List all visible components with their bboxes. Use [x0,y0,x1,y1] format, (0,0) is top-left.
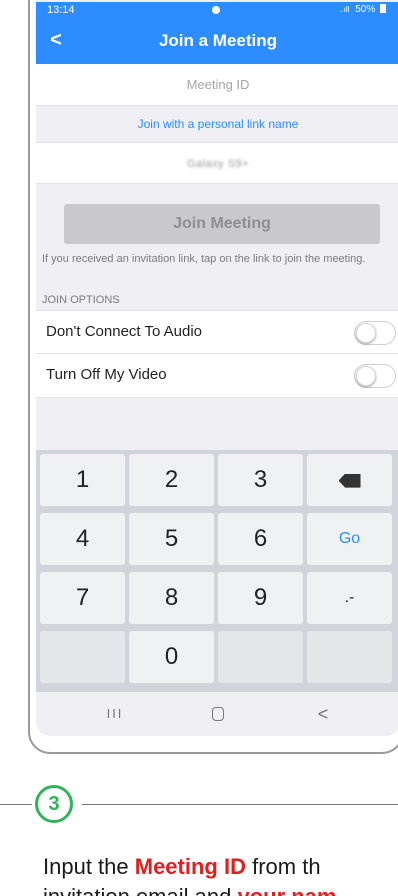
divider-line [82,804,398,805]
instruction-line-1: Input the Meeting ID from th [43,852,336,882]
go-key[interactable]: Go [307,513,392,565]
key-6[interactable]: 6 [218,513,303,565]
instruction-text-part: invitation email and [43,884,237,896]
key-8[interactable]: 8 [129,572,214,624]
system-back-icon[interactable]: < [308,702,338,726]
battery-percent: 50% [355,4,376,15]
option-dont-connect-audio: Don't Connect To Audio [36,310,398,354]
divider-line [0,804,32,805]
battery-icon [380,4,386,13]
option-label: Don't Connect To Audio [46,323,203,340]
status-indicators: ..ıll 50% [339,4,386,15]
home-icon[interactable] [203,702,233,726]
numeric-keypad: 1 2 3 4 5 6 Go 7 8 9 .- 0 [36,450,398,692]
blank-key [218,631,303,683]
blank-key [307,631,392,683]
key-3[interactable]: 3 [218,454,303,506]
audio-toggle[interactable] [354,321,396,345]
instruction-text: Input the Meeting ID from th invitation … [43,852,336,896]
instruction-text-part: from th [245,854,321,879]
page-title: Join a Meeting [158,31,278,50]
personal-link-button[interactable]: Join with a personal link name [36,106,398,142]
backspace-key[interactable] [307,454,392,506]
key-5[interactable]: 5 [129,513,214,565]
backspace-icon [338,473,361,488]
app-screen: 13:14 ..ıll 50% < Join a Meeting Meeting… [36,0,398,736]
signal-icon: ..ıll [339,5,350,14]
instruction-text-part: Input the [43,854,135,879]
instruction-line-2: invitation email and your nam [43,882,336,896]
blank-key [40,631,125,683]
meeting-id-emphasis: Meeting ID [134,854,246,879]
status-bar: 13:14 ..ıll 50% [36,2,398,20]
key-2[interactable]: 2 [129,454,214,506]
punctuation-key[interactable]: .- [307,572,392,624]
nav-bar: < Join a Meeting [36,20,398,64]
video-toggle[interactable] [354,364,396,388]
join-meeting-button[interactable]: Join Meeting [64,204,380,244]
name-field[interactable]: Galaxy S9+ [36,142,398,184]
join-options-label: JOIN OPTIONS [42,294,120,306]
phone-frame: 13:14 ..ıll 50% < Join a Meeting Meeting… [28,0,398,754]
key-9[interactable]: 9 [218,572,303,624]
your-name-emphasis: your nam [237,884,336,896]
recent-apps-icon[interactable]: III [100,702,130,726]
step-number-badge: 3 [35,785,73,823]
system-nav-bar: III < [36,692,398,736]
key-4[interactable]: 4 [40,513,125,565]
key-1[interactable]: 1 [40,454,125,506]
camera-dot-icon [212,6,220,14]
status-time: 13:14 [47,4,75,16]
option-label: Turn Off My Video [46,366,167,383]
toggle-knob [356,366,376,386]
option-turn-off-video: Turn Off My Video [36,354,398,398]
meeting-id-input[interactable]: Meeting ID [36,64,398,106]
toggle-knob [356,323,376,343]
key-0[interactable]: 0 [129,631,214,683]
invitation-hint: If you received an invitation link, tap … [42,253,366,265]
key-7[interactable]: 7 [40,572,125,624]
name-value: Galaxy S9+ [186,158,250,170]
